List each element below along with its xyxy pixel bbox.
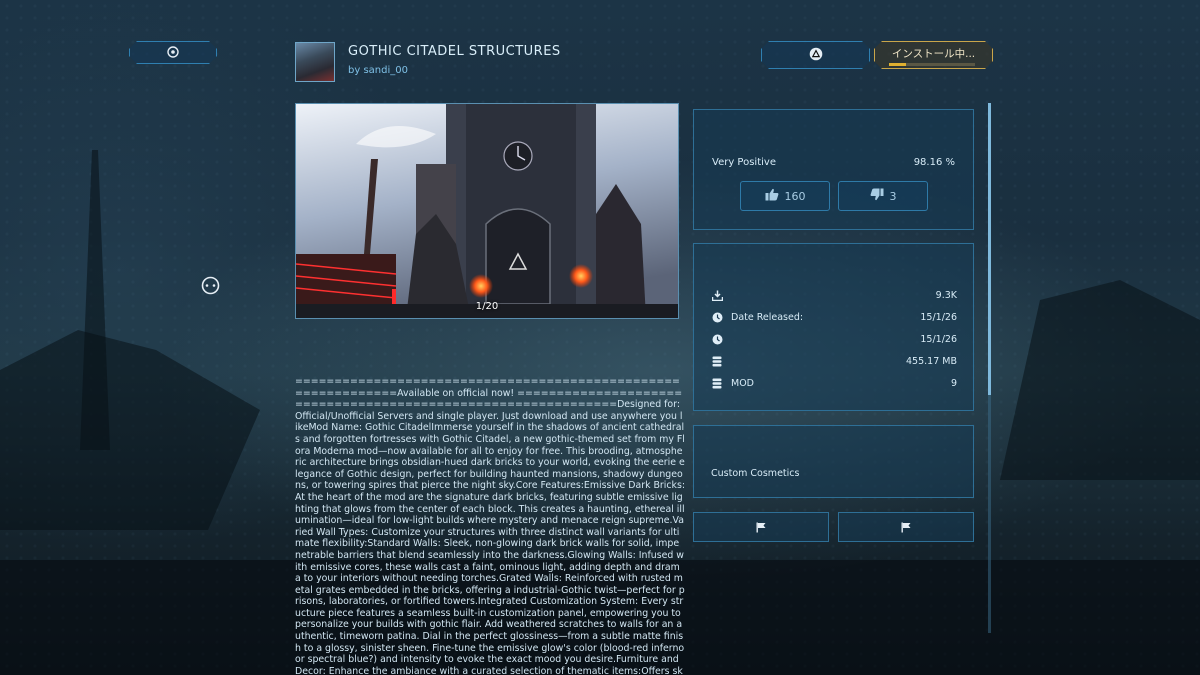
page-title: GOTHIC CITADEL STRUCTURES bbox=[348, 44, 561, 59]
install-status-button[interactable]: インストール中... bbox=[874, 41, 993, 69]
tags-panel: Custom Cosmetics bbox=[693, 425, 974, 498]
rating-panel: Very Positive 98.16 % 160 3 bbox=[693, 109, 974, 230]
stat-date-updated: 15/1/26 bbox=[711, 333, 957, 349]
cursor-reticle-icon bbox=[201, 276, 220, 299]
download-icon bbox=[711, 290, 723, 302]
background-rock-left bbox=[0, 330, 260, 530]
install-progress-fill bbox=[889, 63, 906, 66]
install-status-label: インストール中... bbox=[891, 48, 976, 60]
background-rock-right bbox=[1000, 280, 1200, 480]
thumbs-up-icon bbox=[765, 188, 779, 204]
back-button[interactable] bbox=[129, 41, 217, 64]
stat-size: 455.17 MB bbox=[711, 355, 957, 371]
triangle-button-icon bbox=[809, 46, 823, 65]
stat-downloads: 9.3K bbox=[711, 289, 957, 305]
flag-icon bbox=[756, 518, 766, 537]
author-label[interactable]: by sandi_00 bbox=[348, 65, 408, 76]
gallery-counter: 1/20 bbox=[475, 301, 499, 312]
mod-count-value: 9 bbox=[950, 378, 957, 389]
database-icon bbox=[711, 356, 723, 368]
gallery-image-art bbox=[296, 104, 678, 318]
mod-description: ========================================… bbox=[295, 376, 685, 675]
circle-button-icon bbox=[167, 43, 179, 62]
upvote-button[interactable]: 160 bbox=[740, 181, 830, 211]
date-released-label: Date Released: bbox=[731, 312, 804, 323]
downvote-count: 3 bbox=[889, 189, 897, 203]
stat-mod-count: MOD 9 bbox=[711, 377, 957, 393]
install-progress-track bbox=[889, 63, 975, 66]
mod-thumbnail bbox=[295, 42, 335, 82]
clock-icon bbox=[711, 312, 723, 324]
clock-icon bbox=[711, 334, 723, 346]
date-updated-value: 15/1/26 bbox=[920, 334, 957, 345]
database-icon bbox=[711, 378, 723, 390]
date-released-value: 15/1/26 bbox=[920, 312, 957, 323]
flag-icon bbox=[901, 518, 911, 537]
report-button[interactable] bbox=[693, 512, 829, 542]
stat-date-released: Date Released: 15/1/26 bbox=[711, 311, 957, 327]
thumbs-down-icon bbox=[870, 188, 884, 204]
stats-panel: 9.3K Date Released: 15/1/26 15/1/26 455.… bbox=[693, 243, 974, 411]
scrollbar-thumb[interactable] bbox=[988, 103, 991, 395]
downloads-value: 9.3K bbox=[935, 290, 957, 301]
mod-label: MOD bbox=[731, 378, 754, 389]
upvote-count: 160 bbox=[784, 189, 806, 203]
downvote-button[interactable]: 3 bbox=[838, 181, 928, 211]
report-button-alt[interactable] bbox=[838, 512, 974, 542]
rating-label: Very Positive bbox=[712, 157, 776, 168]
rating-percent: 98.16 % bbox=[913, 157, 955, 168]
category-tag[interactable]: Custom Cosmetics bbox=[711, 468, 799, 479]
options-button[interactable] bbox=[761, 41, 870, 69]
gallery-image[interactable]: 1/20 bbox=[295, 103, 679, 319]
size-value: 455.17 MB bbox=[906, 356, 957, 367]
